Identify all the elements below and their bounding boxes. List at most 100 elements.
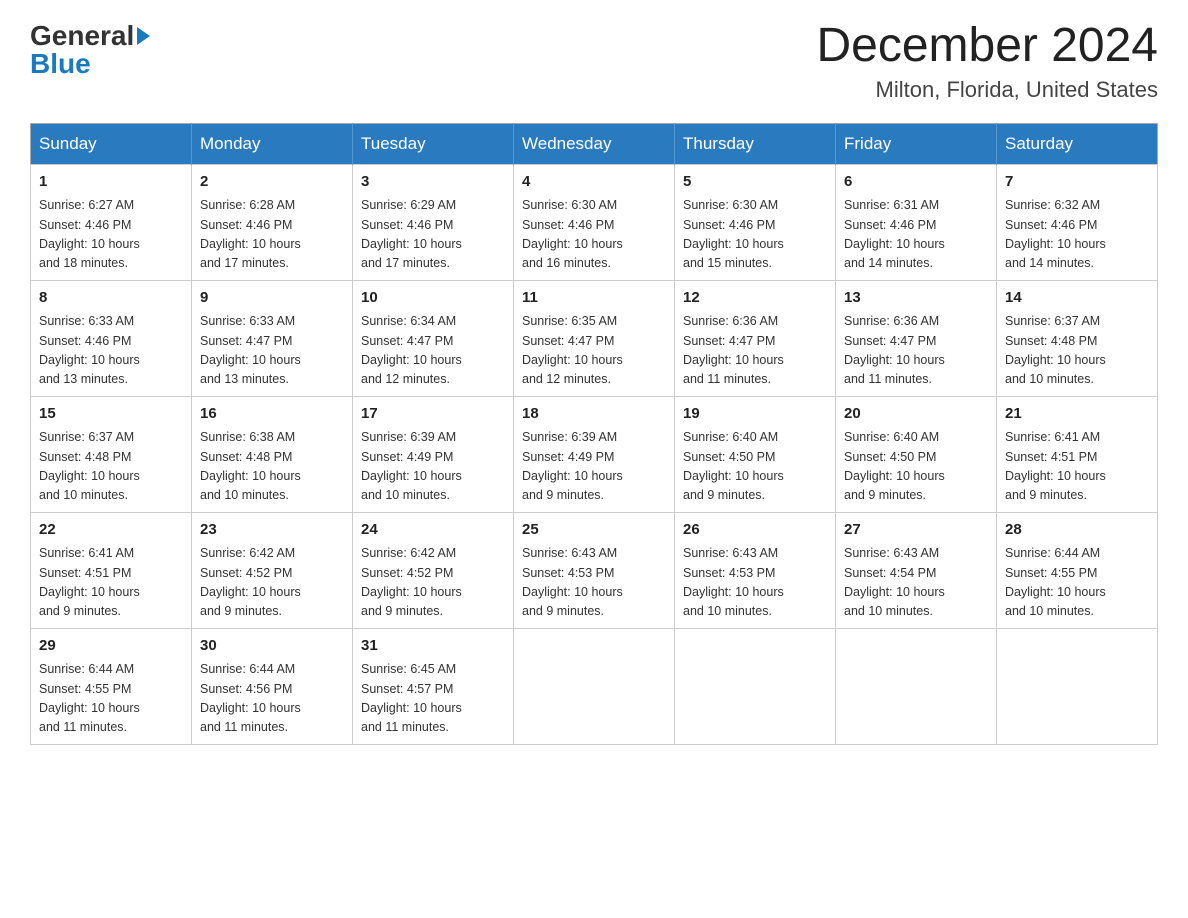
day-info: Sunrise: 6:42 AM Sunset: 4:52 PM Dayligh…	[200, 544, 344, 622]
day-number: 4	[522, 171, 666, 194]
day-number: 8	[39, 287, 183, 310]
day-info: Sunrise: 6:43 AM Sunset: 4:53 PM Dayligh…	[683, 544, 827, 622]
calendar-cell: 1 Sunrise: 6:27 AM Sunset: 4:46 PM Dayli…	[31, 164, 192, 280]
day-number: 19	[683, 403, 827, 426]
day-info: Sunrise: 6:41 AM Sunset: 4:51 PM Dayligh…	[39, 544, 183, 622]
day-info: Sunrise: 6:44 AM Sunset: 4:55 PM Dayligh…	[39, 660, 183, 738]
calendar-cell: 21 Sunrise: 6:41 AM Sunset: 4:51 PM Dayl…	[997, 396, 1158, 512]
day-info: Sunrise: 6:31 AM Sunset: 4:46 PM Dayligh…	[844, 196, 988, 274]
day-info: Sunrise: 6:33 AM Sunset: 4:47 PM Dayligh…	[200, 312, 344, 390]
day-number: 26	[683, 519, 827, 542]
day-info: Sunrise: 6:39 AM Sunset: 4:49 PM Dayligh…	[361, 428, 505, 506]
day-number: 28	[1005, 519, 1149, 542]
calendar-cell: 4 Sunrise: 6:30 AM Sunset: 4:46 PM Dayli…	[514, 164, 675, 280]
day-number: 13	[844, 287, 988, 310]
calendar-cell: 13 Sunrise: 6:36 AM Sunset: 4:47 PM Dayl…	[836, 280, 997, 396]
calendar-cell: 2 Sunrise: 6:28 AM Sunset: 4:46 PM Dayli…	[192, 164, 353, 280]
day-info: Sunrise: 6:30 AM Sunset: 4:46 PM Dayligh…	[522, 196, 666, 274]
calendar-cell: 5 Sunrise: 6:30 AM Sunset: 4:46 PM Dayli…	[675, 164, 836, 280]
calendar-cell	[514, 628, 675, 744]
calendar-table: SundayMondayTuesdayWednesdayThursdayFrid…	[30, 123, 1158, 745]
calendar-cell: 24 Sunrise: 6:42 AM Sunset: 4:52 PM Dayl…	[353, 512, 514, 628]
day-info: Sunrise: 6:42 AM Sunset: 4:52 PM Dayligh…	[361, 544, 505, 622]
day-info: Sunrise: 6:37 AM Sunset: 4:48 PM Dayligh…	[39, 428, 183, 506]
day-number: 6	[844, 171, 988, 194]
day-info: Sunrise: 6:29 AM Sunset: 4:46 PM Dayligh…	[361, 196, 505, 274]
week-row-1: 1 Sunrise: 6:27 AM Sunset: 4:46 PM Dayli…	[31, 164, 1158, 280]
day-info: Sunrise: 6:38 AM Sunset: 4:48 PM Dayligh…	[200, 428, 344, 506]
day-header-friday: Friday	[836, 123, 997, 164]
calendar-cell	[675, 628, 836, 744]
day-number: 5	[683, 171, 827, 194]
day-info: Sunrise: 6:27 AM Sunset: 4:46 PM Dayligh…	[39, 196, 183, 274]
calendar-cell: 27 Sunrise: 6:43 AM Sunset: 4:54 PM Dayl…	[836, 512, 997, 628]
day-number: 23	[200, 519, 344, 542]
month-title: December 2024	[816, 20, 1158, 73]
day-info: Sunrise: 6:45 AM Sunset: 4:57 PM Dayligh…	[361, 660, 505, 738]
calendar-cell: 20 Sunrise: 6:40 AM Sunset: 4:50 PM Dayl…	[836, 396, 997, 512]
day-info: Sunrise: 6:28 AM Sunset: 4:46 PM Dayligh…	[200, 196, 344, 274]
day-info: Sunrise: 6:41 AM Sunset: 4:51 PM Dayligh…	[1005, 428, 1149, 506]
logo-arrow-icon	[137, 27, 150, 45]
day-number: 14	[1005, 287, 1149, 310]
day-header-monday: Monday	[192, 123, 353, 164]
day-header-wednesday: Wednesday	[514, 123, 675, 164]
calendar-cell: 16 Sunrise: 6:38 AM Sunset: 4:48 PM Dayl…	[192, 396, 353, 512]
calendar-cell: 18 Sunrise: 6:39 AM Sunset: 4:49 PM Dayl…	[514, 396, 675, 512]
day-header-thursday: Thursday	[675, 123, 836, 164]
calendar-cell: 31 Sunrise: 6:45 AM Sunset: 4:57 PM Dayl…	[353, 628, 514, 744]
day-info: Sunrise: 6:44 AM Sunset: 4:56 PM Dayligh…	[200, 660, 344, 738]
logo: General Blue	[30, 20, 150, 80]
day-info: Sunrise: 6:43 AM Sunset: 4:53 PM Dayligh…	[522, 544, 666, 622]
day-number: 17	[361, 403, 505, 426]
day-number: 12	[683, 287, 827, 310]
day-info: Sunrise: 6:32 AM Sunset: 4:46 PM Dayligh…	[1005, 196, 1149, 274]
day-number: 18	[522, 403, 666, 426]
week-row-5: 29 Sunrise: 6:44 AM Sunset: 4:55 PM Dayl…	[31, 628, 1158, 744]
day-number: 1	[39, 171, 183, 194]
day-number: 20	[844, 403, 988, 426]
day-info: Sunrise: 6:33 AM Sunset: 4:46 PM Dayligh…	[39, 312, 183, 390]
day-number: 7	[1005, 171, 1149, 194]
day-number: 30	[200, 635, 344, 658]
week-row-2: 8 Sunrise: 6:33 AM Sunset: 4:46 PM Dayli…	[31, 280, 1158, 396]
day-number: 22	[39, 519, 183, 542]
day-number: 10	[361, 287, 505, 310]
calendar-cell: 28 Sunrise: 6:44 AM Sunset: 4:55 PM Dayl…	[997, 512, 1158, 628]
day-number: 21	[1005, 403, 1149, 426]
day-info: Sunrise: 6:44 AM Sunset: 4:55 PM Dayligh…	[1005, 544, 1149, 622]
day-info: Sunrise: 6:40 AM Sunset: 4:50 PM Dayligh…	[683, 428, 827, 506]
day-info: Sunrise: 6:37 AM Sunset: 4:48 PM Dayligh…	[1005, 312, 1149, 390]
page-header: General Blue December 2024 Milton, Flori…	[30, 20, 1158, 103]
calendar-cell: 22 Sunrise: 6:41 AM Sunset: 4:51 PM Dayl…	[31, 512, 192, 628]
day-number: 3	[361, 171, 505, 194]
calendar-cell: 14 Sunrise: 6:37 AM Sunset: 4:48 PM Dayl…	[997, 280, 1158, 396]
day-header-tuesday: Tuesday	[353, 123, 514, 164]
week-row-4: 22 Sunrise: 6:41 AM Sunset: 4:51 PM Dayl…	[31, 512, 1158, 628]
calendar-cell: 10 Sunrise: 6:34 AM Sunset: 4:47 PM Dayl…	[353, 280, 514, 396]
day-number: 24	[361, 519, 505, 542]
day-info: Sunrise: 6:35 AM Sunset: 4:47 PM Dayligh…	[522, 312, 666, 390]
calendar-cell: 3 Sunrise: 6:29 AM Sunset: 4:46 PM Dayli…	[353, 164, 514, 280]
day-header-sunday: Sunday	[31, 123, 192, 164]
day-info: Sunrise: 6:43 AM Sunset: 4:54 PM Dayligh…	[844, 544, 988, 622]
day-number: 15	[39, 403, 183, 426]
week-row-3: 15 Sunrise: 6:37 AM Sunset: 4:48 PM Dayl…	[31, 396, 1158, 512]
calendar-cell: 7 Sunrise: 6:32 AM Sunset: 4:46 PM Dayli…	[997, 164, 1158, 280]
day-number: 11	[522, 287, 666, 310]
day-info: Sunrise: 6:40 AM Sunset: 4:50 PM Dayligh…	[844, 428, 988, 506]
day-number: 27	[844, 519, 988, 542]
day-info: Sunrise: 6:30 AM Sunset: 4:46 PM Dayligh…	[683, 196, 827, 274]
calendar-cell: 30 Sunrise: 6:44 AM Sunset: 4:56 PM Dayl…	[192, 628, 353, 744]
calendar-cell: 12 Sunrise: 6:36 AM Sunset: 4:47 PM Dayl…	[675, 280, 836, 396]
calendar-cell: 19 Sunrise: 6:40 AM Sunset: 4:50 PM Dayl…	[675, 396, 836, 512]
calendar-cell: 17 Sunrise: 6:39 AM Sunset: 4:49 PM Dayl…	[353, 396, 514, 512]
day-info: Sunrise: 6:34 AM Sunset: 4:47 PM Dayligh…	[361, 312, 505, 390]
calendar-cell: 25 Sunrise: 6:43 AM Sunset: 4:53 PM Dayl…	[514, 512, 675, 628]
day-info: Sunrise: 6:39 AM Sunset: 4:49 PM Dayligh…	[522, 428, 666, 506]
calendar-cell: 11 Sunrise: 6:35 AM Sunset: 4:47 PM Dayl…	[514, 280, 675, 396]
day-number: 29	[39, 635, 183, 658]
calendar-cell: 23 Sunrise: 6:42 AM Sunset: 4:52 PM Dayl…	[192, 512, 353, 628]
day-number: 25	[522, 519, 666, 542]
day-info: Sunrise: 6:36 AM Sunset: 4:47 PM Dayligh…	[844, 312, 988, 390]
